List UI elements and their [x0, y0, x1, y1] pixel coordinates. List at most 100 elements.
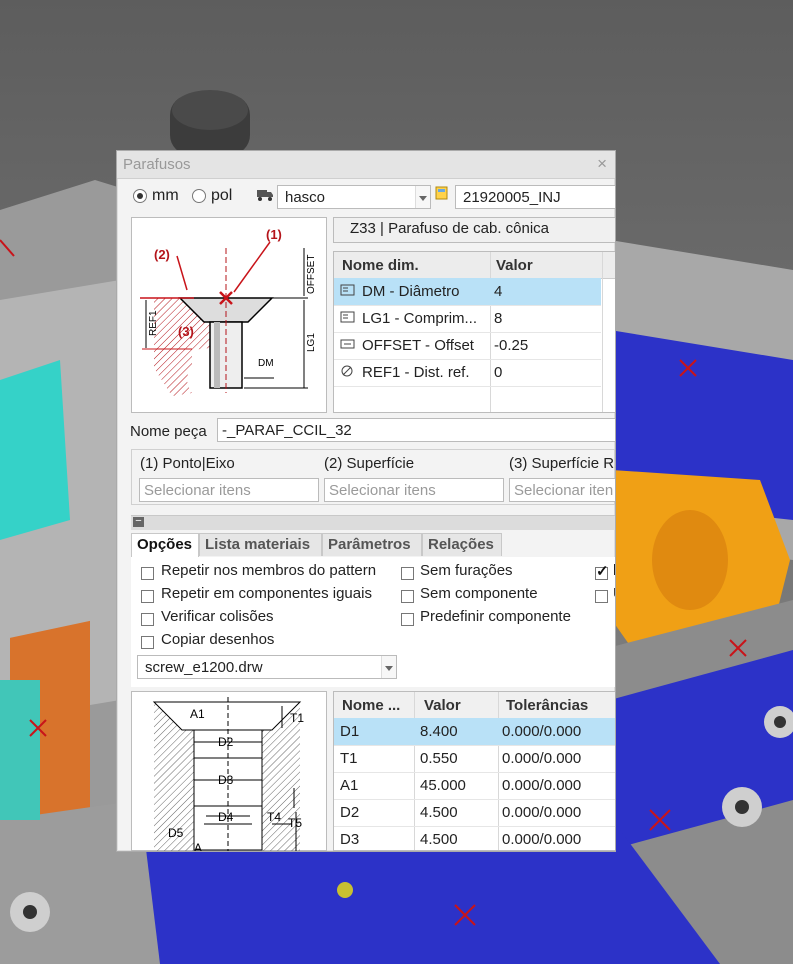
- screw-diagram: (2) (1) (3) DM OFFSET LG1 REF1: [131, 217, 327, 413]
- table-row[interactable]: LG1 - Comprim... 8: [334, 305, 601, 333]
- options-tabs: Opções Lista materiais Parâmetros Relaçõ…: [131, 533, 615, 558]
- chevron-down-icon[interactable]: [415, 186, 430, 208]
- row-value: 0: [494, 364, 503, 381]
- diagram-dm-label: DM: [258, 358, 274, 369]
- screw-type-label: Z33 | Parafuso de cab. cônica: [350, 220, 550, 237]
- tab-parametros[interactable]: Parâmetros: [322, 533, 422, 556]
- row-name: OFFSET - Offset: [362, 337, 474, 354]
- row-tolerance: 0.000/0.000: [502, 831, 582, 848]
- close-icon[interactable]: ×: [597, 154, 607, 174]
- title-bar[interactable]: Parafusos ×: [117, 151, 615, 179]
- diagram-marker-2: (2): [154, 247, 170, 262]
- sem-furacoes-label: Sem furações: [420, 562, 513, 579]
- drawing-select[interactable]: screw_e1200.drw: [137, 655, 397, 679]
- row-value: 4.500: [420, 831, 458, 848]
- table-row[interactable]: D3 4.500 0.000/0.000: [334, 826, 615, 851]
- table-row[interactable]: D2 4.500 0.000/0.000: [334, 799, 615, 827]
- option-col3-checkbox-2[interactable]: [595, 590, 608, 603]
- catalog-select[interactable]: 21920005_INJ: [455, 185, 615, 209]
- row-value: 0.550: [420, 750, 458, 767]
- diagram-lg1-label: LG1: [306, 333, 317, 352]
- option-col3-checkbox-1[interactable]: [595, 562, 609, 580]
- diagram-d4-label: D4: [218, 810, 234, 824]
- predefinir-componente-label: Predefinir componente: [420, 608, 571, 625]
- row-name: D2: [340, 804, 360, 821]
- mm-label: mm: [152, 187, 179, 204]
- ref-input-3[interactable]: Selecionar iten: [509, 478, 615, 502]
- table-row[interactable]: A1 45.000 0.000/0.000: [334, 772, 615, 800]
- truck-icon: [256, 186, 274, 206]
- row-tolerance: 0.000/0.000: [502, 804, 582, 821]
- repetir-componentes-checkbox[interactable]: [141, 590, 154, 603]
- row-value: 8: [494, 310, 503, 327]
- hole-table: Nome ... Valor Tolerâncias D1 8.400 0.00…: [333, 691, 615, 851]
- part-name-input[interactable]: -_PARAF_CCIL_32: [217, 418, 615, 442]
- col-header-valor: Valor: [496, 257, 533, 274]
- supplier-value: hasco: [285, 189, 326, 206]
- part-name-label: Nome peça: [130, 423, 207, 440]
- row-name: A1: [340, 777, 359, 794]
- pol-label: pol: [211, 187, 233, 204]
- units-supplier-row: mm pol hasco 21920005_INJ: [131, 184, 615, 210]
- option-col3-label-1: l: [613, 562, 615, 579]
- repetir-pattern-checkbox[interactable]: [141, 567, 154, 580]
- hole-diagram: A1 T1 D2 D3 D4 T4 T5 D5 A: [131, 691, 327, 851]
- drawing-value: screw_e1200.drw: [145, 659, 263, 676]
- sem-componente-checkbox[interactable]: [401, 590, 414, 603]
- dimension-icon: [340, 283, 356, 301]
- table-row[interactable]: D1 8.400 0.000/0.000: [334, 718, 615, 746]
- table-row[interactable]: OFFSET - Offset -0.25: [334, 332, 601, 360]
- dimension-icon: [340, 310, 356, 328]
- verificar-colisoes-checkbox[interactable]: [141, 613, 154, 626]
- diagram-t1-label: T1: [290, 711, 304, 725]
- ref-placeholder-3: Selecionar iten: [514, 482, 614, 499]
- supplier-select[interactable]: hasco: [277, 185, 431, 209]
- table-row[interactable]: T1 0.550 0.000/0.000: [334, 745, 615, 773]
- copiar-desenhos-checkbox[interactable]: [141, 636, 154, 649]
- ref-input-2[interactable]: Selecionar itens: [324, 478, 504, 502]
- sem-furacoes-checkbox[interactable]: [401, 567, 414, 580]
- row-value: 8.400: [420, 723, 458, 740]
- collapse-icon[interactable]: −: [133, 516, 144, 527]
- mm-radio[interactable]: [133, 189, 147, 203]
- sem-componente-label: Sem componente: [420, 585, 538, 602]
- row-name: D3: [340, 831, 360, 848]
- col-header-nome: Nome ...: [342, 697, 401, 714]
- row-value: 4: [494, 283, 503, 300]
- catalog-value: 21920005_INJ: [463, 189, 561, 206]
- ref-input-1[interactable]: Selecionar itens: [139, 478, 319, 502]
- tab-opcoes[interactable]: Opções: [131, 533, 199, 558]
- ref-placeholder-1: Selecionar itens: [144, 482, 251, 499]
- table-row[interactable]: REF1 - Dist. ref. 0: [334, 359, 601, 387]
- ref-label-3: (3) Superfície R: [509, 455, 615, 472]
- diagram-d5-label: D5: [168, 826, 184, 840]
- col-header-valor: Valor: [424, 697, 461, 714]
- diagram-t4-label: T4: [267, 810, 281, 824]
- row-name: T1: [340, 750, 358, 767]
- ref-null-icon: [340, 364, 356, 382]
- options-collapse-bar[interactable]: −: [131, 515, 615, 530]
- row-name: LG1 - Comprim...: [362, 310, 478, 327]
- diagram-ref1-label: REF1: [148, 310, 159, 336]
- verificar-colisoes-label: Verificar colisões: [161, 608, 274, 625]
- row-value: 45.000: [420, 777, 466, 794]
- diagram-d3-label: D3: [218, 773, 234, 787]
- copiar-desenhos-label: Copiar desenhos: [161, 631, 275, 648]
- references-group: (1) Ponto|Eixo (2) Superfície (3) Superf…: [131, 449, 615, 505]
- col-header-nome-dim: Nome dim.: [342, 257, 419, 274]
- tab-lista-materiais[interactable]: Lista materiais: [199, 533, 322, 556]
- chevron-down-icon[interactable]: [381, 656, 396, 678]
- repetir-pattern-label: Repetir nos membros do pattern: [161, 562, 377, 579]
- table-row[interactable]: DM - Diâmetro 4: [334, 278, 601, 306]
- predefinir-componente-checkbox[interactable]: [401, 613, 414, 626]
- pol-radio[interactable]: [192, 189, 206, 203]
- catalog-icon: [434, 185, 450, 205]
- row-value: 4.500: [420, 804, 458, 821]
- ref-label-1: (1) Ponto|Eixo: [140, 455, 235, 472]
- row-value: -0.25: [494, 337, 529, 354]
- diagram-t5-label: T5: [288, 816, 302, 830]
- diagram-marker-1: (1): [266, 227, 282, 242]
- options-panel: Repetir nos membros do pattern Repetir e…: [131, 557, 615, 687]
- ref-placeholder-2: Selecionar itens: [329, 482, 436, 499]
- tab-relacoes[interactable]: Relações: [422, 533, 502, 556]
